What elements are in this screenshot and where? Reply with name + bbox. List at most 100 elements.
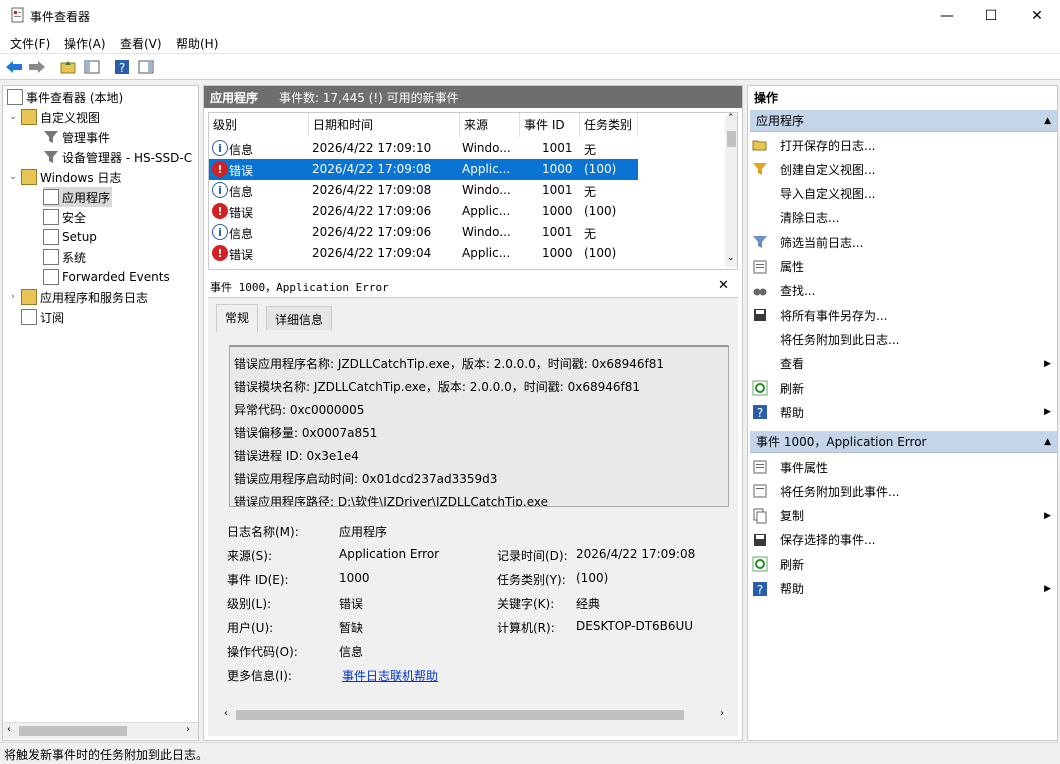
cell-date: 2026/4/22 17:09:06 (312, 225, 432, 239)
event-action-item[interactable]: 事件属性 (752, 456, 1055, 478)
tree-horizontal-scrollbar[interactable]: ‹ › (3, 722, 198, 739)
action-label: 刷新 (780, 381, 805, 396)
tab-details[interactable]: 详细信息 (266, 306, 333, 330)
action-item[interactable]: 将任务附加到此日志... (752, 328, 1055, 350)
action-item[interactable]: 打开保存的日志... (752, 134, 1055, 156)
tree-subscriptions[interactable]: 订阅 (21, 307, 64, 327)
action-label: 属性 (780, 260, 805, 274)
action-item[interactable]: 刷新 (752, 377, 1055, 399)
event-action-item[interactable]: 复制 ▶ (752, 505, 1055, 527)
svg-text:?: ? (119, 61, 125, 75)
log-name-value: 应用程序 (339, 525, 388, 539)
help-icon[interactable]: ? (112, 57, 132, 77)
action-item[interactable]: 导入自定义视图... (752, 183, 1055, 205)
cell-task: (100) (584, 162, 617, 176)
scroll-up-icon[interactable]: ⌃ (727, 113, 735, 123)
scroll-left-icon[interactable]: ‹ (7, 724, 11, 735)
show-hide-console-tree-icon[interactable] (82, 57, 102, 77)
cell-event-id: 1001 (542, 183, 573, 197)
blank-icon (752, 186, 768, 202)
minimize-button[interactable]: — (924, 0, 970, 32)
save-icon (752, 307, 768, 323)
col-event-id[interactable]: 事件 ID (520, 113, 580, 137)
actions-section-log[interactable]: 应用程序 ▲ (750, 110, 1057, 132)
event-action-label: 刷新 (780, 557, 805, 572)
tree-windows-logs[interactable]: ⌄ Windows 日志 (7, 167, 121, 187)
scroll-left-icon[interactable]: ‹ (224, 708, 228, 719)
tree-app-service-logs[interactable]: › 应用程序和服务日志 (7, 287, 148, 307)
close-detail-icon[interactable]: ✕ (718, 278, 729, 293)
table-row[interactable]: i 信息 2026/4/22 17:09:06 Windo... 1001 无 (209, 222, 638, 243)
action-label: 查看 (780, 357, 805, 372)
collapse-icon[interactable]: ▲ (1044, 116, 1051, 126)
tab-general[interactable]: 常规 (216, 304, 259, 332)
chevron-down-icon[interactable]: ⌄ (7, 112, 19, 122)
scroll-thumb[interactable] (19, 726, 127, 736)
action-item[interactable]: 将所有事件另存为... (752, 304, 1055, 326)
table-row[interactable]: ! 错误 2026/4/22 17:09:06 Applic... 1000 (100) (209, 201, 638, 222)
chevron-right-icon[interactable]: › (7, 292, 19, 302)
tree-custom-views[interactable]: ⌄ 自定义视图 (7, 107, 100, 127)
tree-log-setup[interactable]: Setup (43, 227, 97, 247)
source-label: 来源(S): (227, 549, 273, 563)
menu-action[interactable]: 操作(A) (64, 35, 106, 52)
tree-root[interactable]: 事件查看器 (本地) (7, 87, 123, 107)
scroll-thumb[interactable] (236, 710, 684, 720)
action-item[interactable]: ? 帮助 ▶ (752, 401, 1055, 423)
tree-log-forwarded[interactable]: Forwarded Events (43, 267, 170, 287)
event-action-item[interactable]: 保存选择的事件... (752, 529, 1055, 551)
event-description[interactable]: 错误应用程序名称: JZDLLCatchTip.exe，版本: 2.0.0.0，… (229, 345, 729, 507)
forward-arrow-icon[interactable] (27, 57, 47, 77)
scroll-right-icon[interactable]: › (720, 708, 724, 719)
action-item[interactable]: 查找... (752, 280, 1055, 302)
menu-view[interactable]: 查看(V) (120, 35, 162, 52)
col-source[interactable]: 来源 (460, 113, 520, 137)
cell-task: (100) (584, 204, 617, 218)
col-task[interactable]: 任务类别 (580, 113, 638, 137)
table-row[interactable]: i 信息 2026/4/22 17:09:10 Windo... 1001 无 (209, 138, 638, 159)
level-label: 级别(L): (227, 597, 272, 611)
event-action-item[interactable]: 刷新 (752, 553, 1055, 575)
action-item[interactable]: 属性 (752, 256, 1055, 278)
close-button[interactable]: ✕ (1014, 0, 1060, 32)
menu-help[interactable]: 帮助(H) (176, 35, 218, 52)
actions-pane: 操作 应用程序 ▲ 打开保存的日志... 创建自定义视图... 导入自定义视图... 清… (747, 85, 1058, 741)
action-item[interactable]: 查看 ▶ (752, 353, 1055, 375)
back-arrow-icon[interactable] (4, 57, 24, 77)
action-item[interactable]: 创建自定义视图... (752, 158, 1055, 180)
show-hide-action-pane-icon[interactable] (136, 57, 156, 77)
maximize-button[interactable]: ☐ (968, 0, 1014, 32)
detail-horizontal-scrollbar[interactable]: ‹ › (220, 707, 732, 724)
tree-log-security[interactable]: 安全 (43, 207, 86, 227)
tree-device-manager[interactable]: 设备管理器 - HS-SSD-C (43, 147, 192, 167)
blank-icon (752, 331, 768, 347)
tree-log-application[interactable]: 应用程序 (43, 187, 113, 207)
action-item[interactable]: 清除日志... (752, 207, 1055, 229)
tree-admin-events[interactable]: 管理事件 (43, 127, 110, 147)
menu-file[interactable]: 文件(F) (10, 35, 50, 52)
event-action-item[interactable]: 将任务附加到此事件... (752, 480, 1055, 502)
svg-text:?: ? (757, 583, 763, 597)
up-folder-icon[interactable] (58, 57, 78, 77)
col-level[interactable]: 级别 (209, 113, 309, 137)
col-date[interactable]: 日期和时间 (309, 113, 460, 137)
event-list-scrollbar[interactable]: ⌃ ⌄ (725, 113, 737, 267)
filter-new-icon (752, 161, 768, 177)
event-action-item[interactable]: ? 帮助 ▶ (752, 578, 1055, 600)
collapse-icon[interactable]: ▲ (1044, 437, 1051, 447)
scroll-right-icon[interactable]: › (186, 724, 190, 735)
log-icon (43, 269, 59, 285)
action-item[interactable]: 筛选当前日志... (752, 231, 1055, 253)
scroll-down-icon[interactable]: ⌄ (727, 253, 735, 263)
cell-level: 错误 (229, 206, 254, 220)
table-row[interactable]: i 信息 2026/4/22 17:09:08 Windo... 1001 无 (209, 180, 638, 201)
chevron-down-icon[interactable]: ⌄ (7, 172, 19, 182)
keywords-value: 经典 (576, 597, 601, 611)
tree-log-system[interactable]: 系统 (43, 247, 86, 267)
scroll-thumb[interactable] (727, 131, 736, 147)
table-row[interactable]: ! 错误 2026/4/22 17:09:08 Applic... 1000 (100) (209, 159, 638, 180)
actions-section-event[interactable]: 事件 1000，Application Error ▲ (750, 431, 1057, 453)
online-help-link[interactable]: 事件日志联机帮助 (342, 667, 438, 684)
refresh-icon (752, 380, 768, 396)
table-row[interactable]: ! 错误 2026/4/22 17:09:04 Applic... 1000 (100) (209, 243, 638, 264)
